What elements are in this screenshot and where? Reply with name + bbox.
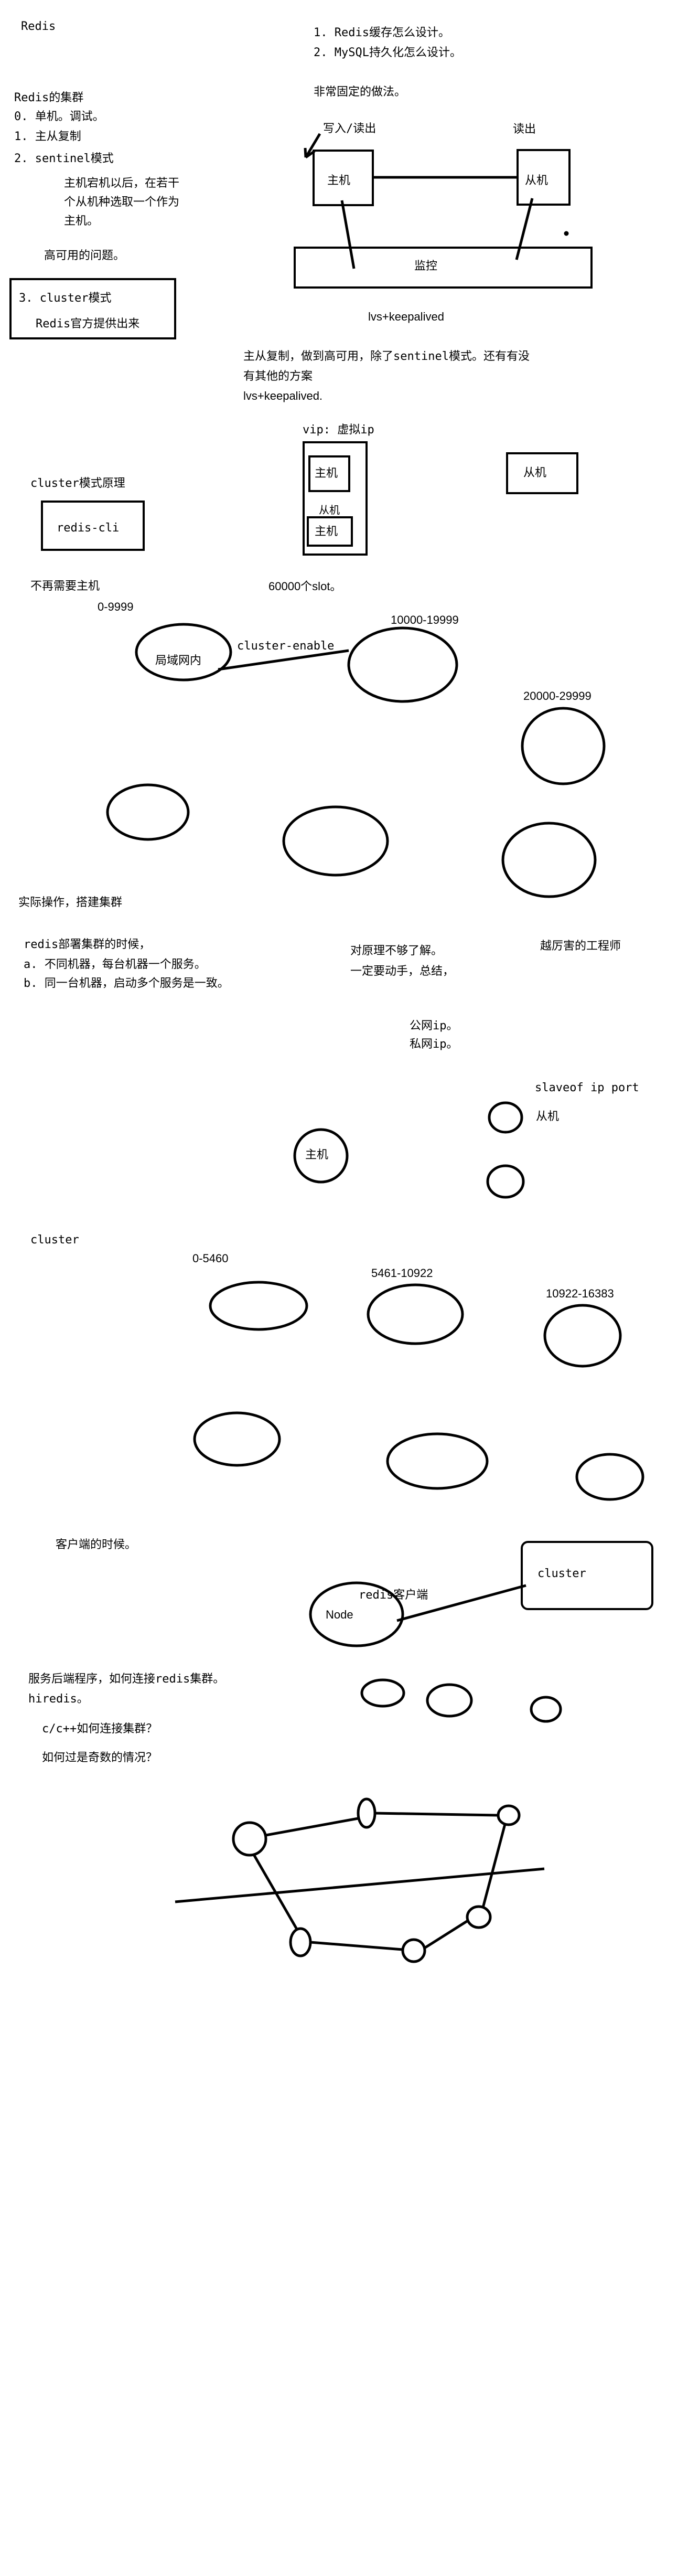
ring-node-5 [401,1938,426,1963]
ring-node-1 [232,1821,267,1857]
vip-label: vip: 虚拟ip [303,423,374,437]
small-dot [564,231,569,236]
principle-note-2: 一定要动手，总结， [350,965,455,978]
range-ellipse-2 [367,1283,464,1345]
node-ellipse-b [282,805,389,877]
server-connect-1: 服务后端程序，如何连接redis集群。 [28,1673,225,1686]
small-ellipse-1 [360,1678,405,1708]
public-ip: 公网ip。 [410,1019,458,1032]
ha-question-2: 有其他的方案 [243,370,313,383]
range-5461-10922: 5461-10922 [371,1266,433,1280]
great-engineer: 越厉害的工程师 [540,940,621,953]
vip-master-label-2: 主机 [315,525,338,538]
principle-note-1: 对原理不够了解。 [350,944,443,957]
slots-label: 60000个slot。 [268,580,342,593]
question-2: 2. MySQL持久化怎么设计。 [314,46,461,59]
page-title: Redis [21,20,56,33]
odd-question: 如何过是奇数的情况？ [42,1751,158,1764]
server-connect-2: hiredis。 [28,1693,89,1706]
range-0-9999: 0-9999 [98,600,134,613]
private-ip: 私网ip。 [410,1038,458,1051]
cluster-principle: cluster模式原理 [30,477,125,490]
range-20000-29999: 20000-29999 [523,689,592,702]
cluster-item-1: 1. 主从复制 [14,130,81,143]
cluster-mode-title: 3. cluster模式 [19,292,112,305]
ring-edge-4 [423,1919,469,1950]
ellipse-lower-3 [575,1453,644,1501]
ellipse-lower-2 [386,1432,489,1490]
ring-node-6 [466,1905,492,1929]
sentinel-note-3: 主机。 [64,215,99,228]
vip-master-label-1: 主机 [315,467,338,480]
read-label: 读出 [513,123,536,136]
cluster-mode-desc: Redis官方提供出来 [36,317,140,331]
ring-node-2 [357,1797,377,1829]
ring-edge-5 [310,1941,403,1951]
ellipse-lower-1 [193,1411,281,1467]
cluster-label: cluster [30,1233,79,1247]
slaveof-master-label: 主机 [305,1148,329,1162]
node-ellipse-c [501,822,597,898]
range-0-5460: 0-5460 [192,1252,229,1265]
fixed-practice: 非常固定的做法。 [314,86,406,99]
slave-label: 从机 [525,174,549,187]
no-master: 不再需要主机 [30,580,100,593]
slaveof-slave-label: 从机 [536,1110,560,1123]
cluster-item-2: 2. sentinel模式 [14,152,114,165]
small-ellipse-3 [530,1696,562,1723]
monitor-label: 监控 [414,260,438,273]
vip-slave-small-label: 从机 [319,504,340,516]
sentinel-note-1: 主机宕机以后，在若干 [64,177,180,190]
cluster-box-label: cluster [537,1567,586,1580]
ha-question-3: lvs+keepalived. [243,389,323,402]
range-10000-19999: 10000-19999 [391,613,459,626]
lvs-label: lvs+keepalived [368,310,444,323]
deploy-2: a. 不同机器，每台机器一个服务。 [24,958,206,971]
range-10922-16383: 10922-16383 [546,1287,614,1300]
vip-slave-label: 从机 [523,466,547,480]
node-ellipse-20000 [521,707,606,785]
range-ellipse-3 [543,1304,622,1368]
deploy-1: redis部署集群的时候， [24,938,151,951]
lan-ellipse [135,623,232,682]
question-1: 1. Redis缓存怎么设计。 [314,26,450,39]
client-time: 客户端的时候。 [56,1538,137,1551]
lan-label: 局域网内 [155,654,202,667]
ha-problem: 高可用的问题。 [44,249,125,262]
node-ellipse-a [106,783,190,841]
ring-node-3 [497,1804,521,1826]
redis-cli-label: redis-cli [57,521,120,535]
cluster-item-0: 0. 单机。调试。 [14,110,104,123]
slave-ellipse-2 [486,1164,525,1199]
redis-client-label: redis客户端 [359,1589,428,1602]
cluster-enable-label: cluster-enable [237,640,335,653]
slaveof-label: slaveof ip port [535,1081,639,1094]
master-label: 主机 [327,174,351,187]
ring-node-4 [289,1927,312,1957]
write-read-label: 写入/读出 [323,122,377,135]
range-ellipse-1 [209,1281,308,1331]
practice-heading: 实际操作，搭建集群 [18,896,123,909]
small-ellipse-2 [426,1683,473,1718]
node-label: Node [326,1608,353,1621]
deploy-3: b. 同一台机器，启动多个服务是一致。 [24,977,229,990]
slave-ellipse-1 [488,1101,523,1134]
monitor-box [294,247,593,289]
c-question: c/c++如何连接集群？ [42,1722,158,1736]
ring-edge-2 [374,1812,499,1817]
cluster-heading: Redis的集群 [14,91,84,104]
sentinel-note-2: 个从机种选取一个作为 [64,196,180,209]
ring-edge-3 [481,1824,507,1908]
node-ellipse-10000 [347,626,458,703]
ha-question-1: 主从复制，做到高可用，除了sentinel模式。还有有没 [243,350,530,363]
ring-edge-1 [265,1817,359,1837]
